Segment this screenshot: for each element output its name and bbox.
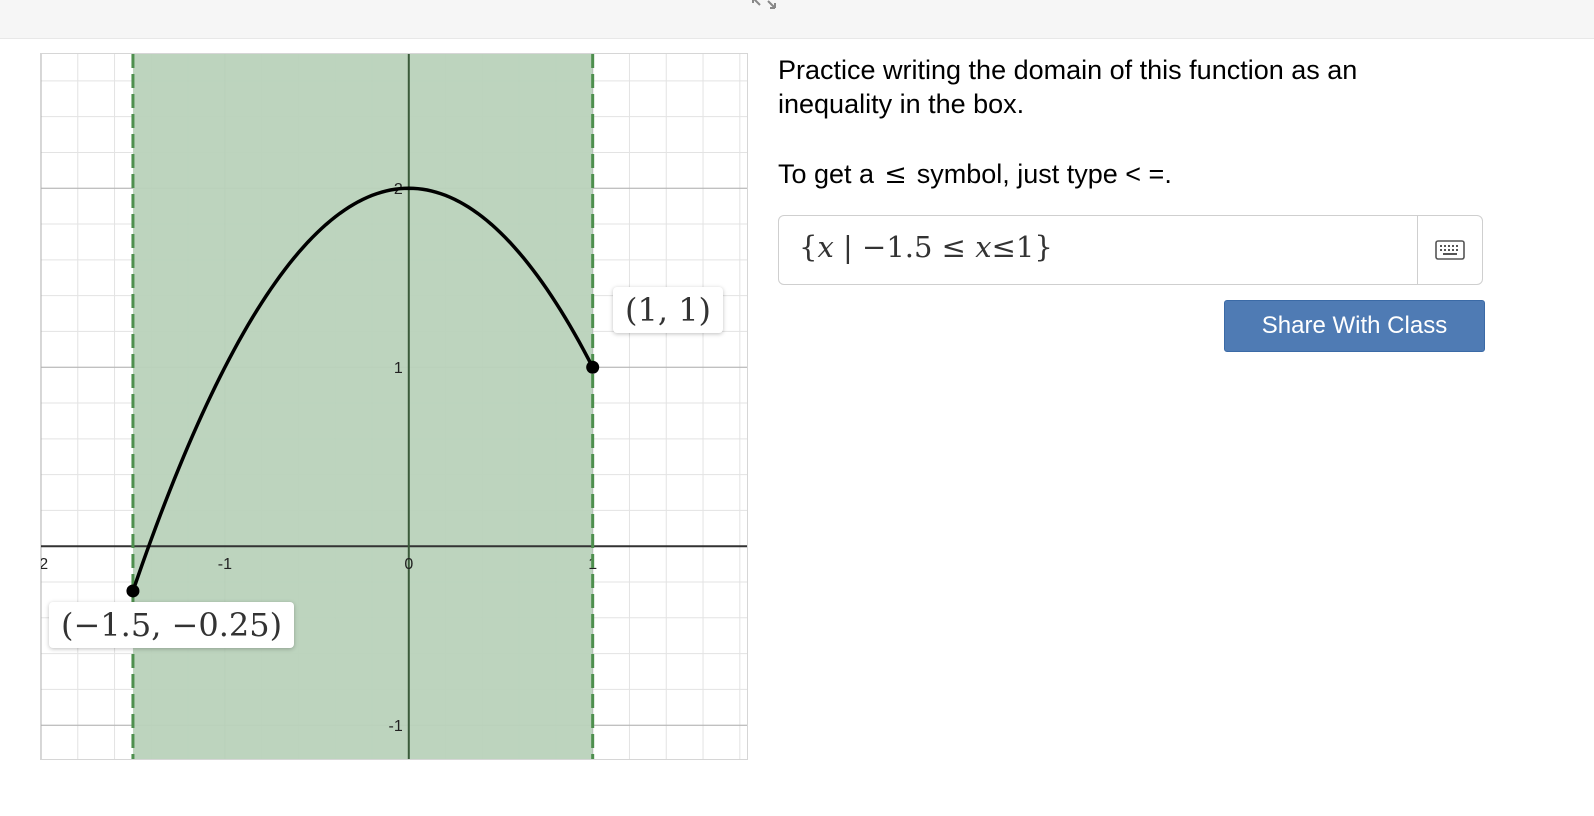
hint-symbol: ≤ [884,159,907,190]
y-tick-label: 1 [394,360,403,377]
endpoint-dot[interactable] [126,584,140,598]
keyboard-button[interactable] [1417,216,1482,284]
hint-before: To get a [778,159,875,189]
domain-shade [132,54,593,759]
lower-bound: −1.5 [862,230,933,264]
top-toolbar [0,0,1594,39]
point-label-right[interactable]: (1, 1) [613,287,724,333]
upper-bound: 1 [1015,230,1035,264]
le-symbol-1: ≤ [941,230,966,264]
answer-input[interactable]: {x | −1.5 ≤ x≤1} [778,215,1483,285]
instructions: Practice writing the domain of this func… [778,53,1478,192]
x-tick-label: -1 [218,556,232,573]
variable-x: x [817,230,834,264]
keyboard-icon [1435,240,1465,260]
endpoint-dot[interactable] [586,360,600,374]
share-with-class-button[interactable]: Share With Class [1224,300,1485,352]
y-tick-label: -1 [389,718,403,735]
expand-arrows-icon[interactable] [751,0,777,10]
answer-expression[interactable]: {x | −1.5 ≤ x≤1} [799,230,1053,264]
brace-open: { [799,230,818,264]
x-tick-label: -2 [41,556,48,573]
brace-close: } [1034,230,1053,264]
x-tick-label: 0 [404,556,413,573]
function-graph[interactable]: -2-101-112 [41,54,748,760]
variable-x-2: x [975,230,992,264]
graph-panel[interactable]: -2-101-112 (1, 1) (−1.5, −0.25) [40,53,748,760]
le-symbol-2: ≤ [991,230,1016,264]
hint-text: To get a ≤ symbol, just type < =. [778,157,1478,192]
set-bar: | [843,230,853,264]
hint-after: symbol, just type < =. [916,159,1172,189]
instruction-text: Practice writing the domain of this func… [778,55,1358,119]
point-label-left[interactable]: (−1.5, −0.25) [49,602,295,648]
